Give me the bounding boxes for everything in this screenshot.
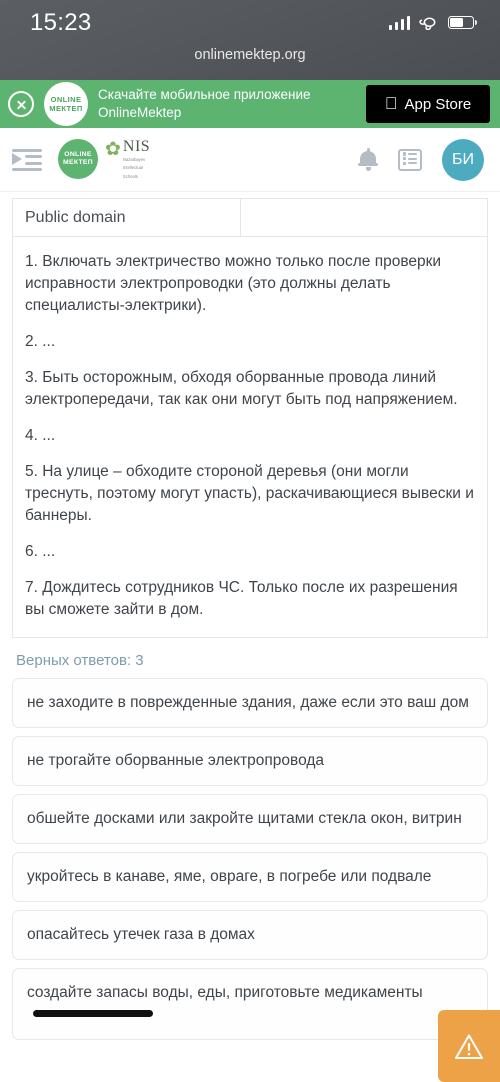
promo-text-line1: Скачайте мобильное приложение (98, 86, 311, 102)
report-problem-button[interactable] (438, 1010, 500, 1082)
table-row: Public domain (12, 198, 488, 237)
battery-icon (448, 16, 477, 29)
answer-option[interactable]: обшейте досками или закройте щитами стек… (12, 794, 488, 844)
promo-text-line2: OnlineMektep (98, 105, 182, 120)
link-chain-icon (419, 17, 436, 30)
passage-paragraph: 4. ... (25, 427, 56, 444)
phone-screen: 15:23 onlinemektep.org ONLINE МЕКТЕП Ска… (0, 0, 500, 1082)
passage-paragraph: 6. ... (25, 543, 56, 560)
signal-bars-icon (388, 15, 410, 30)
onlinemektep-logo: ONLINE МЕКТЕП (44, 82, 88, 126)
answer-option-label: укройтесь в канаве, яме, овраге, в погре… (27, 868, 432, 885)
leaf-icon: ✿ (105, 139, 121, 161)
answer-option[interactable]: опасайтесь утечек газа в домах (12, 910, 488, 960)
browser-chrome: 15:23 onlinemektep.org (0, 0, 500, 80)
app-header: ONLINE МЕКТЕП ✿ NIS Nazarbayev Intellect… (0, 128, 500, 192)
answer-option[interactable]: укройтесь в канаве, яме, овраге, в погре… (12, 852, 488, 902)
passage-paragraph: 5. На улице – обходите стороной деревья … (25, 463, 474, 524)
answer-option-label: не трогайте оборванные электропровода (27, 752, 325, 769)
url-bar[interactable]: onlinemektep.org (0, 45, 500, 63)
header-actions: БИ (358, 138, 484, 181)
answer-option-label: опасайтесь утечек газа в домах (27, 926, 255, 943)
info-table: Public domain (12, 198, 488, 237)
table-cell-right (240, 198, 488, 237)
answer-option-label: создайте запасы воды, еды, приготовьте м… (27, 984, 423, 1001)
apple-logo-icon:  (385, 95, 398, 112)
question-passage: 1. Включать электричество можно только п… (12, 237, 488, 638)
close-icon[interactable] (8, 91, 34, 117)
brand-om-line1: ONLINE (64, 150, 92, 158)
nis-sub2: Intellectual (122, 165, 143, 171)
passage-paragraph: 7. Дождитесь сотрудников ЧС. Только посл… (25, 579, 458, 618)
redaction-bar (33, 1010, 153, 1018)
passage-paragraph: 1. Включать электричество можно только п… (25, 253, 442, 314)
passage-paragraph: 2. ... (25, 333, 56, 350)
page-content: Public domain 1. Включать электричество … (0, 198, 500, 1040)
status-bar: 15:23 (0, 0, 500, 45)
answer-option-label: обшейте досками или закройте щитами стек… (27, 810, 462, 827)
answer-option[interactable]: не заходите в поврежденные здания, даже … (12, 678, 488, 728)
status-clock: 15:23 (30, 8, 92, 36)
brand-om-line2: МЕКТЕП (63, 159, 93, 167)
status-indicators (388, 15, 477, 30)
brand-logos[interactable]: ONLINE МЕКТЕП ✿ NIS Nazarbayev Intellect… (58, 139, 150, 180)
nis-title: NIS (122, 138, 151, 156)
sidebar-expand-icon[interactable] (12, 148, 42, 172)
promo-logo-line1: ONLINE (50, 94, 82, 104)
nis-sub1: Nazarbayev (122, 157, 146, 163)
list-icon[interactable] (398, 148, 422, 171)
nis-sub3: Schools (122, 173, 138, 179)
promo-logo-line2: МЕКТЕП (49, 104, 83, 113)
app-store-label: App Store (398, 95, 472, 113)
nis-logo: ✿ NIS Nazarbayev Intellectual Schools (105, 139, 150, 180)
answer-option[interactable]: создайте запасы воды, еды, приготовьте м… (12, 968, 488, 1040)
warning-triangle-icon (455, 1034, 483, 1059)
table-cell-left: Public domain (12, 198, 241, 237)
correct-answers-count: Верных ответов: 3 (16, 652, 144, 669)
promo-text: Скачайте мобильное приложение OnlineMekt… (98, 86, 356, 122)
app-store-button[interactable]:  App Store (366, 85, 490, 123)
answer-option-label: не заходите в поврежденные здания, даже … (27, 694, 469, 711)
answer-option[interactable]: не трогайте оборванные электропровода (12, 736, 488, 786)
passage-paragraph: 3. Быть осторожным, обходя оборванные пр… (25, 369, 458, 408)
onlinemektep-badge-icon: ONLINE МЕКТЕП (58, 139, 98, 180)
app-promo-banner: ONLINE МЕКТЕП Скачайте мобильное приложе… (0, 80, 500, 128)
bell-icon[interactable] (358, 147, 378, 171)
avatar[interactable]: БИ (442, 138, 484, 181)
